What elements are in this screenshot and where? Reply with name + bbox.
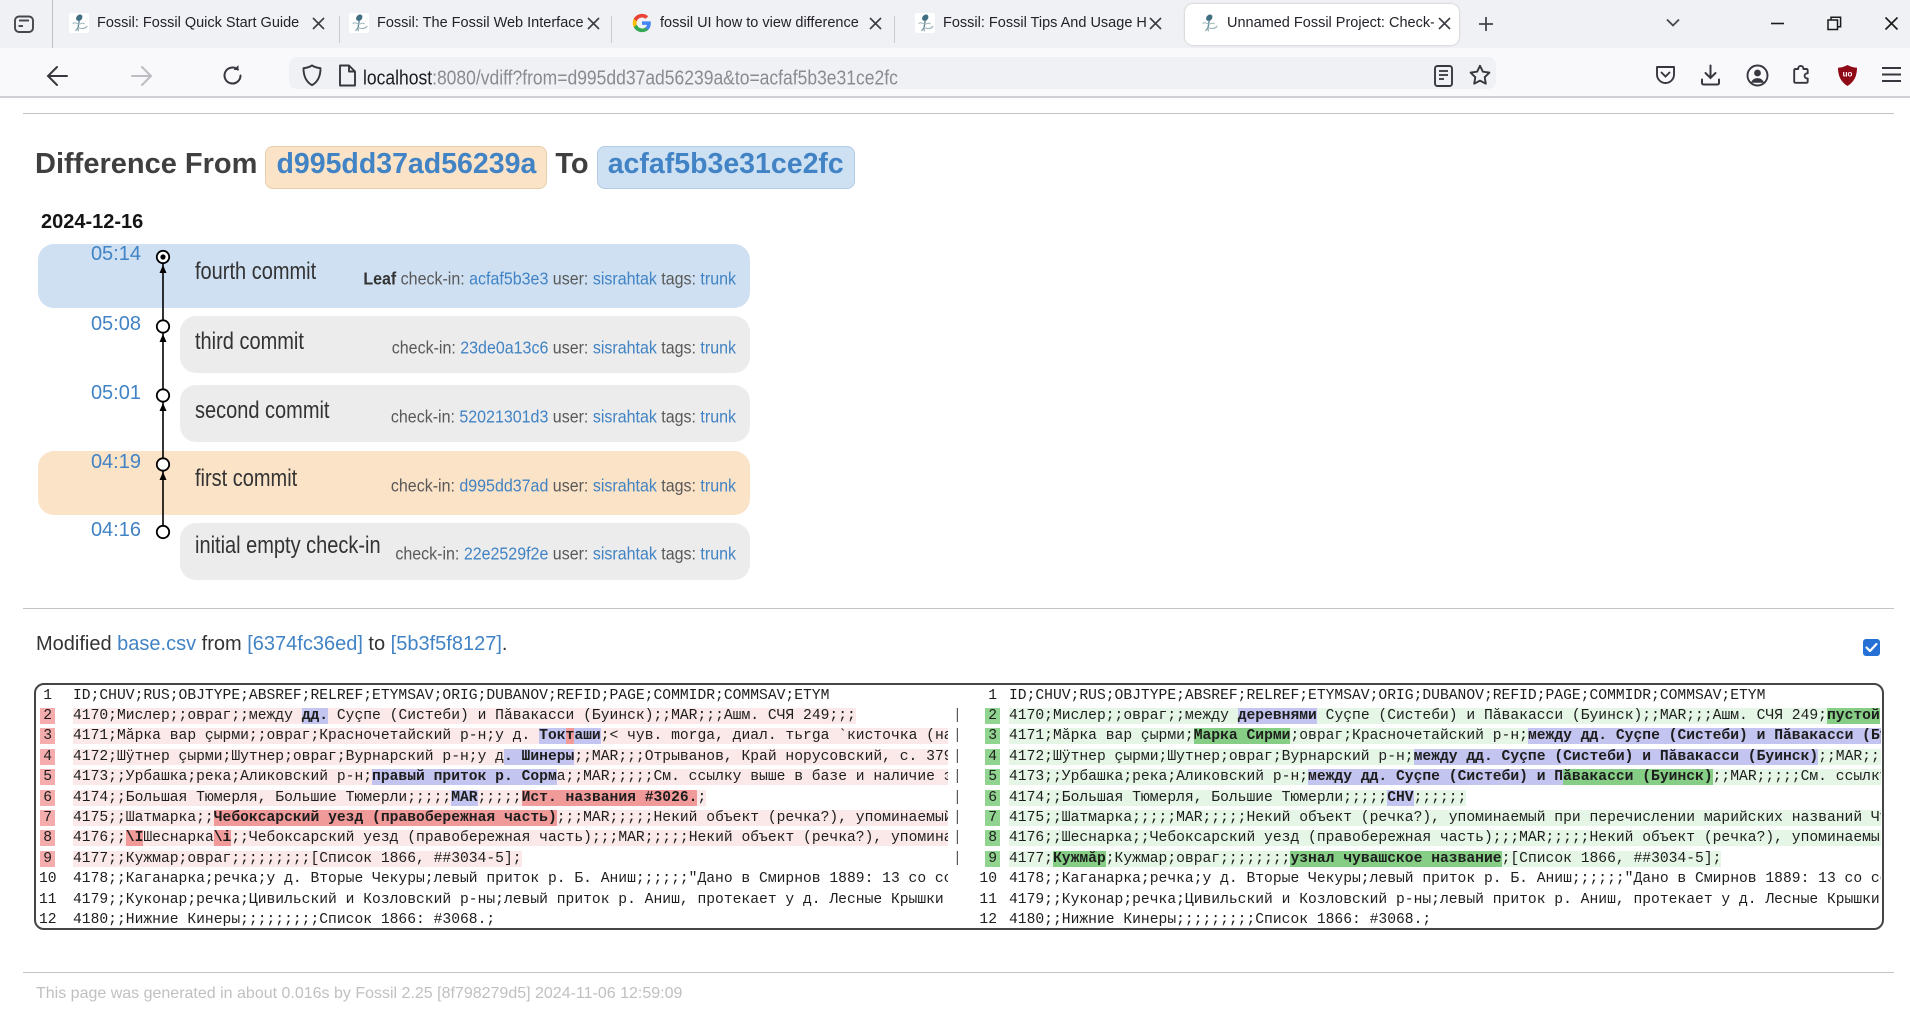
svg-text:uo: uo	[1843, 70, 1853, 79]
